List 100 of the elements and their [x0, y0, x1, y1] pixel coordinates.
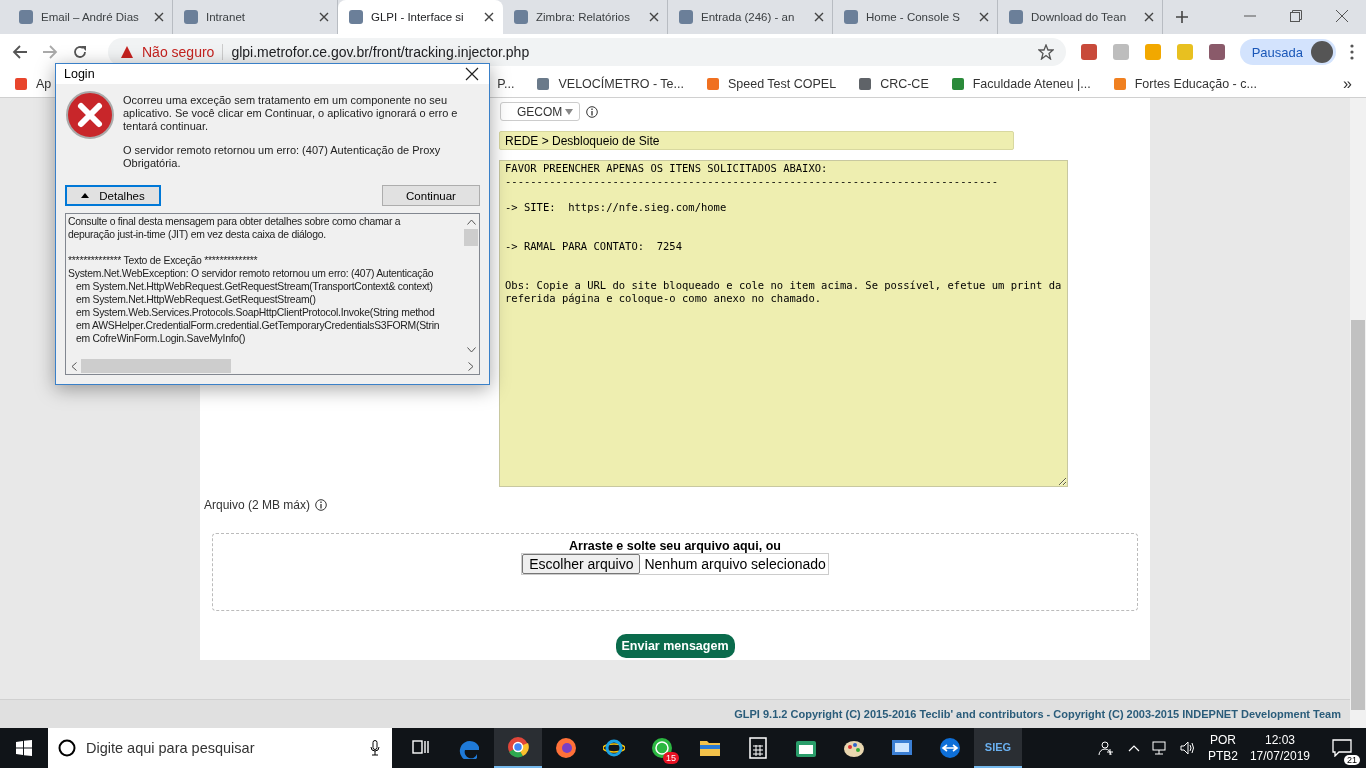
- close-icon[interactable]: [465, 67, 479, 81]
- browser-icon: [603, 737, 625, 759]
- volume-icon[interactable]: [1179, 741, 1196, 755]
- tab-title: Email – André Dias: [41, 11, 140, 23]
- bookmark[interactable]: Faculdade Ateneu |...: [950, 76, 1091, 91]
- bookmark[interactable]: Fortes Educação - c...: [1112, 76, 1257, 91]
- close-icon[interactable]: [154, 12, 164, 22]
- triangle-up-icon: [81, 193, 90, 198]
- details-line: depuração just-in-time (JIT) em vez desta caixa de diálogo.: [68, 228, 326, 241]
- close-icon[interactable]: [484, 12, 494, 22]
- scroll-down-icon[interactable]: [466, 347, 476, 353]
- close-icon[interactable]: [649, 12, 659, 22]
- bookmark-label: Speed Test COPEL: [727, 76, 837, 91]
- error-icon: [65, 90, 115, 140]
- profile-label: Pausada: [1251, 44, 1303, 60]
- bookmark[interactable]: Ap: [14, 76, 52, 91]
- scroll-left-icon[interactable]: [71, 361, 77, 371]
- details-line: em System.Net.HttpWebRequest.GetRequestStream(): [74, 293, 316, 306]
- address-bar[interactable]: Não seguro glpi.metrofor.ce.gov.br/front/tracking.injector.php: [108, 38, 1066, 66]
- bookmark[interactable]: Speed Test COPEL: [705, 76, 837, 91]
- scroll-thumb[interactable]: [464, 229, 478, 246]
- group-select[interactable]: GECOM: [500, 102, 580, 121]
- dialog-title: Login: [64, 67, 95, 81]
- site-icon: [18, 9, 34, 25]
- attachment-label: Arquivo (2 MB máx): [204, 498, 311, 512]
- bookmark[interactable]: P...: [497, 76, 515, 91]
- site-icon: [678, 9, 694, 25]
- taskbar-app[interactable]: 15: [638, 728, 686, 768]
- close-icon[interactable]: [319, 12, 329, 22]
- taskbar-app[interactable]: SIEG: [974, 728, 1022, 768]
- star-icon[interactable]: [1037, 44, 1054, 60]
- tab-title: Download do Tean: [1031, 11, 1128, 23]
- close-icon[interactable]: [1144, 12, 1154, 22]
- details-button[interactable]: Detalhes: [65, 185, 161, 206]
- warning-icon: [120, 45, 134, 59]
- choose-file-button[interactable]: Escolher arquivo: [522, 554, 641, 574]
- error-message: Ocorreu uma exceção sem tratamento em um componente no seu aplicativo. Se você clicar em Continuar, o aplicativo ignorará o erro e tentará continuar.: [123, 94, 459, 133]
- bookmark-label: Ap: [36, 76, 52, 91]
- language-indicator[interactable]: POR PTB2: [1207, 732, 1238, 764]
- windows-logo-icon: [16, 740, 32, 756]
- extension-icon[interactable]: [1079, 43, 1098, 61]
- new-tab-icon[interactable]: [1175, 10, 1189, 24]
- scroll-thumb[interactable]: [1351, 320, 1365, 710]
- extension-icon[interactable]: [1207, 43, 1226, 61]
- drop-zone[interactable]: Arraste e solte seu arquivo aqui, ou Escolher arquivo Nenhum arquivo selecionado: [212, 533, 1138, 611]
- details-line: ************** Texto de Exceção **************: [68, 254, 258, 267]
- calculator-icon: [747, 737, 769, 759]
- network-icon[interactable]: [1151, 741, 1168, 755]
- profile-button[interactable]: Pausada: [1239, 39, 1336, 65]
- details-line: em System.Net.HttpWebRequest.GetRequestStream(TransportContext& context): [74, 280, 433, 293]
- drop-prompt: Arraste e solte seu arquivo aqui, ou: [569, 539, 781, 553]
- file-status: Nenhum arquivo selecionado: [643, 556, 827, 572]
- site-icon: [843, 9, 859, 25]
- notification-badge: 15: [663, 752, 679, 764]
- error-detail: O servidor remoto retornou um erro: (407) Autenticação de Proxy Obrigatória.: [123, 144, 442, 170]
- details-line: em System.Web.Services.Protocols.SoapHttpClientProtocol.Invoke(String method: [74, 306, 435, 319]
- taskbar-app[interactable]: [494, 728, 542, 768]
- close-icon[interactable]: [979, 12, 989, 22]
- chevron-up-icon[interactable]: [1127, 744, 1140, 752]
- close-icon[interactable]: [814, 12, 824, 22]
- site-icon: [1008, 9, 1024, 25]
- clock[interactable]: 12:03 17/07/2019: [1249, 732, 1310, 764]
- details-line: System.Net.WebException: O servidor remoto retornou um erro: (407) Autenticação: [68, 267, 434, 280]
- bookmark[interactable]: CRC-CE: [858, 76, 929, 91]
- reload-icon[interactable]: [72, 44, 88, 60]
- browser-tab[interactable]: GLPI - Interface si: [338, 0, 503, 34]
- info-icon[interactable]: [586, 105, 598, 118]
- title-field[interactable]: REDE > Desbloqueio de Site: [499, 131, 1014, 150]
- back-icon[interactable]: [12, 44, 28, 60]
- description-field[interactable]: FAVOR PREENCHER APENAS OS ITENS SOLICITADOS ABAIXO: ------------------------------------------------------------------------------ -> SITE: https://nfe.sieg.com/home -> RAMAL PARA CONTATO: 7254 Obs: Copie a URL do site bloqueado e cole no item acima. Se possível, efetue um print da referida página e coloque-o como anexo no chamado.: [499, 160, 1068, 487]
- copyright-text: GLPI 9.1.2 Copyright (C) 2015-2016 Teclib' and contributors - Copyright (C) 2003-2015 INDEPNET Development Team: [734, 708, 1341, 720]
- more-bookmarks-button[interactable]: »: [1343, 74, 1352, 93]
- search-icon: [58, 739, 76, 757]
- notification-center-button[interactable]: 21: [1322, 728, 1362, 768]
- restore-icon[interactable]: [1290, 10, 1302, 22]
- info-icon[interactable]: [315, 499, 328, 511]
- tab-title: Home - Console S: [866, 11, 961, 23]
- send-button[interactable]: Enviar mensagem: [615, 634, 735, 658]
- scrollbar[interactable]: [1350, 98, 1366, 728]
- file-field[interactable]: Escolher arquivo Nenhum arquivo selecionado: [521, 553, 829, 575]
- menu-icon[interactable]: [1350, 44, 1354, 60]
- bookmark-label: Fortes Educação - c...: [1134, 76, 1257, 91]
- search-field[interactable]: Digite aqui para pesquisar: [48, 728, 392, 768]
- browser-icon: [555, 737, 577, 759]
- scroll-thumb[interactable]: [81, 359, 231, 373]
- bookmark-label: CRC-CE: [880, 76, 929, 91]
- people-icon[interactable]: [1097, 740, 1116, 756]
- url-text: glpi.metrofor.ce.gov.br/front/tracking.injector.php: [231, 44, 530, 60]
- site-icon: [183, 9, 199, 25]
- scroll-right-icon[interactable]: [468, 361, 474, 371]
- site-icon: [348, 9, 364, 25]
- bookmark-label: Faculdade Ateneu |...: [972, 76, 1091, 91]
- browser-icon: [507, 736, 529, 758]
- tab-title: Intranet: [206, 11, 246, 23]
- message-icon: [1332, 739, 1352, 757]
- continue-button[interactable]: Continuar: [382, 185, 480, 206]
- details-line: Consulte o final desta mensagem para obter detalhes sobre como chamar a: [68, 215, 401, 228]
- details-line: em CofreWinForm.Login.SaveMyInfo(): [74, 332, 246, 345]
- scroll-up-icon[interactable]: [466, 219, 476, 225]
- site-icon: [513, 9, 529, 25]
